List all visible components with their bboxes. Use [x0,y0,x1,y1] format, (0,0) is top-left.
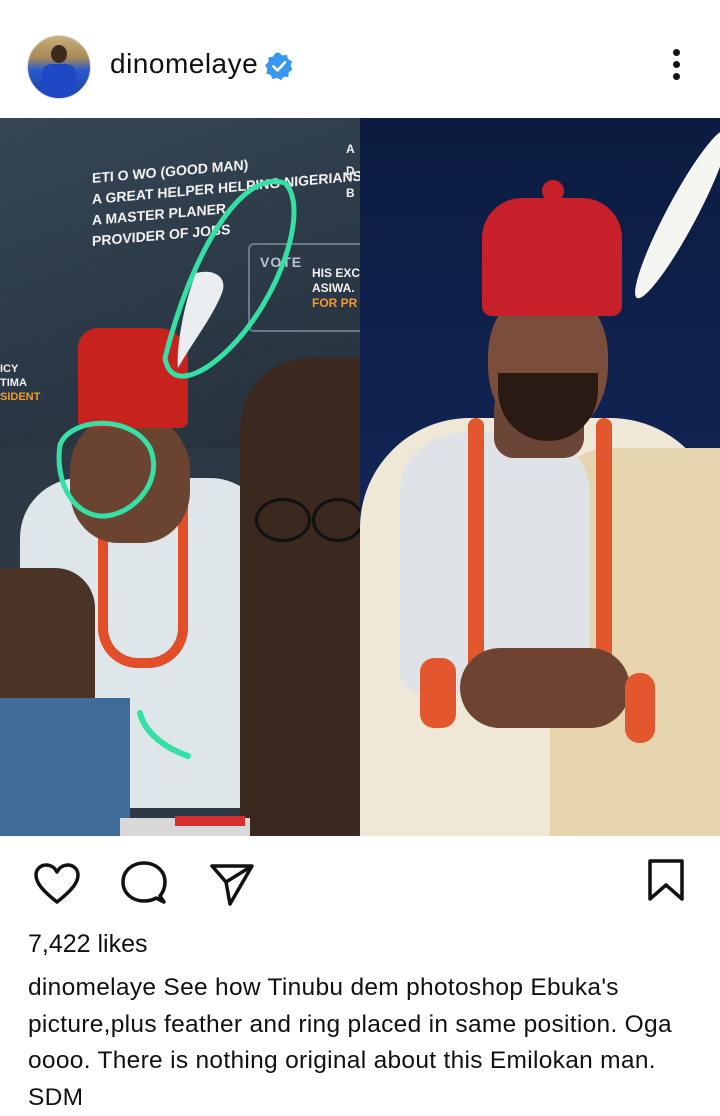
red-cap [482,198,622,316]
bookmark-icon[interactable] [646,858,686,902]
feather-icon [177,271,224,368]
bracelet-left [420,658,456,728]
coral-beads-right [596,418,612,678]
username[interactable]: dinomelaye [110,48,258,80]
annotation-circles [56,178,297,759]
share-icon[interactable] [208,860,256,908]
post-image[interactable]: A D B ETI O WO (GOOD MAN) A GREAT HELPER… [0,118,720,836]
avatar-suit [42,64,76,98]
comment-icon[interactable] [120,860,168,908]
likes-count[interactable]: 7,422 likes [28,930,148,959]
verified-badge-icon [265,52,293,81]
caption-username[interactable]: dinomelaye [28,974,156,1001]
feather-icon [623,123,720,306]
action-bar [0,836,720,926]
more-options-icon[interactable] [666,45,688,85]
hands [460,648,630,728]
avatar-head [51,45,67,63]
caption: dinomelaye See how Tinubu dem photoshop … [28,970,700,1116]
bracelet-right [625,673,655,743]
campaign-poster-photo: A D B ETI O WO (GOOD MAN) A GREAT HELPER… [0,118,360,836]
avatar[interactable] [27,35,91,99]
coral-beads-left [468,418,484,678]
post-header: dinomelaye [0,0,720,118]
ebuka-photo [360,118,720,836]
heart-icon[interactable] [33,862,81,906]
